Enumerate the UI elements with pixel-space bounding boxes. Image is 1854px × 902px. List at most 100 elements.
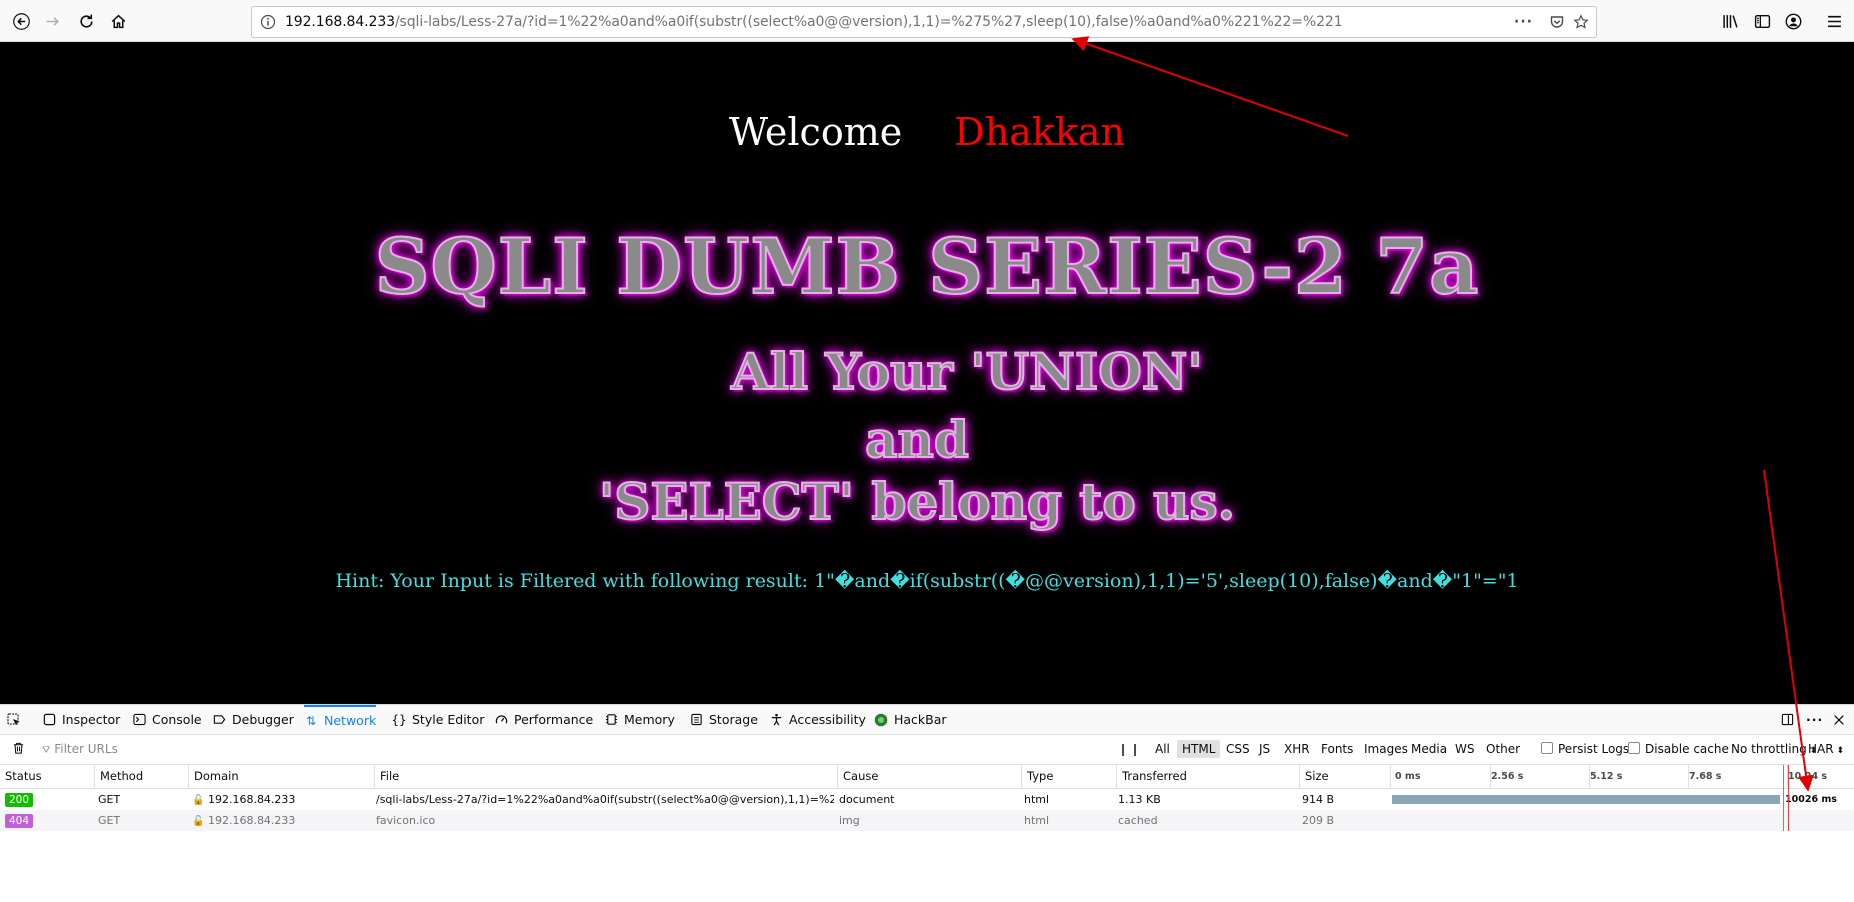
home-button[interactable] (103, 6, 133, 36)
library-button[interactable] (1715, 6, 1745, 36)
forward-arrow-icon (46, 16, 59, 26)
column-header[interactable]: Method (95, 765, 189, 788)
filter-ws[interactable]: WS (1455, 742, 1474, 756)
forward-button[interactable] (37, 6, 67, 36)
table-row[interactable]: 404 GET 🔓 192.168.84.233 favicon.ico img… (0, 810, 1854, 831)
subtitle-line-1: All Your 'UNION' (730, 341, 1204, 402)
site-info-icon[interactable] (260, 14, 276, 30)
persist-logs-checkbox[interactable]: Persist Logs (1541, 742, 1629, 756)
column-header[interactable]: Type (1022, 765, 1117, 788)
series-title: SQLI DUMB SERIES-2 7a (374, 221, 1480, 312)
table-row[interactable]: 200 GET 🔓 192.168.84.233 /sqli-labs/Less… (0, 789, 1854, 810)
back-button[interactable] (6, 6, 36, 36)
timeline-tick: 2.56 s (1491, 771, 1524, 782)
page-actions-icon[interactable]: ··· (1514, 14, 1532, 32)
column-header[interactable]: Domain (189, 765, 375, 788)
subtitle-line-3: 'SELECT' belong to us. (598, 471, 1236, 532)
filter-fonts[interactable]: Fonts (1321, 742, 1353, 756)
filter-funnel-icon: ⛛ (42, 745, 51, 756)
tab-performance[interactable]: Performance (494, 705, 593, 734)
url-path: /sqli-labs/Less-27a/?id=1%22%a0and%a0if(… (394, 14, 1343, 30)
status-badge: 200 (5, 793, 34, 807)
filter-other[interactable]: Other (1486, 742, 1520, 756)
tab-label: Memory (624, 712, 675, 727)
dom-content-loaded-marker (1783, 765, 1784, 831)
filter-xhr[interactable]: XHR (1284, 742, 1310, 756)
filter-all[interactable]: All (1155, 742, 1170, 756)
browser-toolbar: 192.168.84.233/sqli-labs/Less-27a/?id=1%… (0, 0, 1854, 42)
menu-button[interactable] (1819, 6, 1849, 36)
page-content: Welcome Dhakkan SQLI DUMB SERIES-2 7a All… (0, 42, 1854, 704)
tab-label: Storage (709, 712, 758, 727)
har-menu-button[interactable]: HAR ⬍ (1808, 742, 1844, 756)
column-header[interactable]: Size (1300, 765, 1391, 788)
insecure-lock-icon: 🔓 (192, 816, 205, 827)
tab-debugger[interactable]: Debugger (212, 705, 294, 734)
tab-label: HackBar (894, 712, 947, 727)
cause-cell: document (839, 793, 895, 806)
bookmark-star-icon[interactable] (1572, 14, 1590, 32)
pause-recording-icon[interactable]: ❙❙ (1118, 742, 1142, 756)
tab-inspector[interactable]: Inspector (42, 705, 120, 734)
devtools-close-button[interactable] (1832, 705, 1852, 734)
column-header[interactable]: File (375, 765, 838, 788)
account-icon (1785, 13, 1801, 29)
tab-memory[interactable]: Memory (604, 705, 675, 734)
url-bar[interactable]: 192.168.84.233/sqli-labs/Less-27a/?id=1%… (251, 6, 1597, 38)
disable-cache-checkbox[interactable]: Disable cache (1628, 742, 1729, 756)
console-icon (132, 713, 146, 727)
method-cell: GET (98, 814, 121, 827)
clear-requests-button[interactable] (12, 741, 25, 758)
checkbox-box (1541, 742, 1553, 754)
domain-text: 192.168.84.233 (207, 814, 296, 827)
tab-accessibility[interactable]: Accessibility (769, 705, 866, 734)
persist-logs-label: Persist Logs (1558, 742, 1630, 756)
welcome-text: Welcome (728, 110, 903, 154)
type-cell: html (1024, 793, 1050, 806)
back-arrow-icon (12, 12, 30, 30)
devtools-tab-bar: Inspector Console Debugger ⇅ Network {} … (0, 705, 1854, 735)
hamburger-menu-icon (1827, 15, 1841, 27)
pocket-icon[interactable] (1548, 14, 1566, 32)
reload-icon (79, 14, 93, 28)
tab-storage[interactable]: Storage (689, 705, 758, 734)
url-text[interactable]: 192.168.84.233/sqli-labs/Less-27a/?id=1%… (285, 14, 1343, 30)
reload-button[interactable] (71, 6, 101, 36)
disable-cache-label: Disable cache (1645, 742, 1729, 756)
tab-label: Style Editor (412, 712, 485, 727)
home-icon (111, 14, 125, 28)
size-cell: 209 B (1302, 814, 1335, 827)
filter-css[interactable]: CSS (1226, 742, 1250, 756)
size-cell: 914 B (1302, 793, 1335, 806)
account-button[interactable] (1778, 6, 1808, 36)
timeline-header[interactable]: 0 ms 2.56 s 5.12 s 7.68 s 10.24 s (1391, 765, 1854, 788)
status-badge: 404 (5, 814, 34, 828)
type-cell: html (1024, 814, 1050, 827)
filter-js[interactable]: JS (1259, 742, 1270, 756)
har-label: HAR (1808, 742, 1834, 756)
timeline-tick: 7.68 s (1689, 771, 1722, 782)
tab-console[interactable]: Console (132, 705, 202, 734)
subtitle-line-2: and (864, 409, 970, 470)
dock-button[interactable] (1780, 705, 1800, 734)
domain-cell: 🔓 192.168.84.233 (192, 810, 295, 831)
tab-network[interactable]: ⇅ Network (304, 705, 377, 734)
throttling-select[interactable]: No throttling ⬍ (1731, 742, 1817, 756)
debugger-icon (212, 713, 226, 727)
tab-style-editor[interactable]: {} Style Editor (391, 705, 485, 734)
devtools-more-icon[interactable]: ··· (1806, 705, 1823, 734)
column-header[interactable]: Status (0, 765, 95, 788)
style-editor-icon: {} (391, 712, 407, 727)
filter-media[interactable]: Media (1411, 742, 1447, 756)
element-picker-button[interactable] (7, 705, 27, 734)
filter-html[interactable]: HTML (1177, 740, 1221, 758)
column-header[interactable]: Transferred (1117, 765, 1300, 788)
sidebar-button[interactable] (1747, 6, 1777, 36)
checkbox-box (1628, 742, 1640, 754)
column-header[interactable]: Cause (838, 765, 1022, 788)
filter-images[interactable]: Images (1364, 742, 1408, 756)
filter-urls-input[interactable]: ⛛ Filter URLs (42, 742, 118, 756)
tab-hackbar[interactable]: HackBar (874, 705, 947, 734)
devtools-panel: Inspector Console Debugger ⇅ Network {} … (0, 704, 1854, 902)
waterfall-bar (1392, 795, 1780, 804)
